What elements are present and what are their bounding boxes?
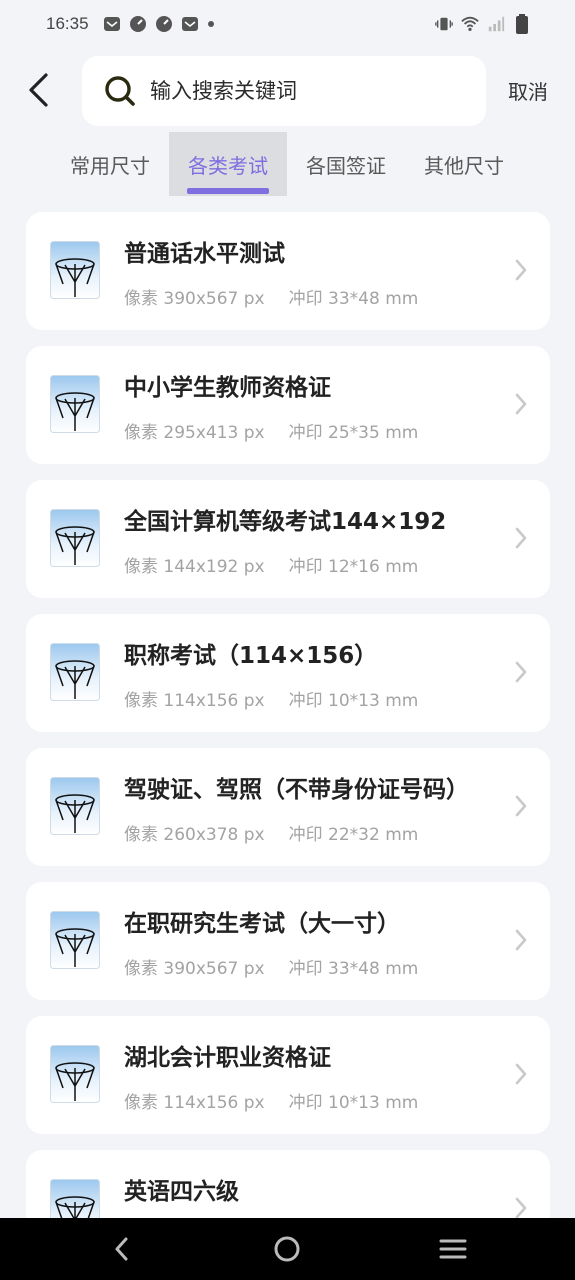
list-item[interactable]: 驾驶证、驾照（不带身份证号码） 像素 260x378 px 冲印 22*32 mm <box>26 748 550 866</box>
item-pixels: 像素 114x156 px <box>124 1093 265 1113</box>
tab-label: 各类考试 <box>188 153 268 178</box>
chevron-right-icon <box>515 393 527 415</box>
item-title: 中小学生教师资格证 <box>124 375 331 401</box>
item-pixels: 像素 260x378 px <box>124 825 265 845</box>
item-meta: 像素 114x156 px 冲印 10*13 mm <box>124 686 418 711</box>
item-pixels: 像素 144x192 px <box>124 557 265 577</box>
nav-back-button[interactable] <box>104 1234 138 1264</box>
item-pixels: 像素 390x567 px <box>124 289 265 309</box>
id-photo-thumbnail-icon <box>50 1045 100 1103</box>
item-meta: 像素 260x378 px 冲印 22*32 mm <box>124 820 418 845</box>
wifi-icon <box>461 15 479 33</box>
battery-icon <box>513 14 531 34</box>
status-bar: 16:35 <box>0 0 575 48</box>
tab-label: 其他尺寸 <box>424 153 504 178</box>
tab-label: 各国签证 <box>306 153 386 178</box>
nav-home-icon <box>274 1236 300 1262</box>
chevron-right-icon <box>515 1197 527 1219</box>
cancel-button[interactable]: 取消 <box>508 76 548 105</box>
list-item[interactable]: 普通话水平测试 像素 390x567 px 冲印 33*48 mm <box>26 212 550 330</box>
notification-icons <box>103 15 215 33</box>
item-pixels: 像素 295x413 px <box>124 423 265 443</box>
search-box[interactable] <box>82 56 486 126</box>
tab-active-indicator <box>187 188 269 194</box>
mail-icon <box>103 15 121 33</box>
category-tabs: 常用尺寸 各类考试 各国签证 其他尺寸 <box>0 132 575 198</box>
item-title: 全国计算机等级考试144×192 <box>124 509 447 535</box>
item-meta: 像素 114x156 px 冲印 10*13 mm <box>124 1088 418 1113</box>
mail-icon <box>181 15 199 33</box>
tab-visas[interactable]: 各国签证 <box>287 132 405 196</box>
item-print-size: 冲印 25*35 mm <box>288 423 419 443</box>
id-photo-thumbnail-icon <box>50 911 100 969</box>
item-title: 英语四六级 <box>124 1179 239 1205</box>
item-pixels: 像素 114x156 px <box>124 691 265 711</box>
chevron-right-icon <box>515 929 527 951</box>
item-title: 普通话水平测试 <box>124 241 285 267</box>
item-print-size: 冲印 12*16 mm <box>288 557 419 577</box>
item-meta: 像素 390x567 px 冲印 33*48 mm <box>124 954 418 979</box>
id-photo-thumbnail-icon <box>50 375 100 433</box>
tab-exams[interactable]: 各类考试 <box>169 132 287 196</box>
search-icon <box>104 75 136 107</box>
vibrate-icon <box>435 15 453 33</box>
item-title: 湖北会计职业资格证 <box>124 1045 331 1071</box>
id-photo-thumbnail-icon <box>50 509 100 567</box>
nav-back-icon <box>115 1237 128 1261</box>
chevron-right-icon <box>515 259 527 281</box>
nav-menu-icon <box>439 1239 467 1259</box>
list-item[interactable]: 在职研究生考试（大一寸） 像素 390x567 px 冲印 33*48 mm <box>26 882 550 1000</box>
item-print-size: 冲印 10*13 mm <box>288 1093 419 1113</box>
status-time: 16:35 <box>46 14 89 33</box>
item-title: 职称考试（114×156） <box>124 643 378 669</box>
chevron-right-icon <box>515 1063 527 1085</box>
signal-icon <box>487 15 505 33</box>
item-print-size: 冲印 33*48 mm <box>288 289 419 309</box>
system-nav-bar <box>0 1218 575 1280</box>
tab-label: 常用尺寸 <box>70 153 150 178</box>
back-arrow-icon <box>29 73 48 107</box>
list-item[interactable]: 职称考试（114×156） 像素 114x156 px 冲印 10*13 mm <box>26 614 550 732</box>
list-item[interactable]: 中小学生教师资格证 像素 295x413 px 冲印 25*35 mm <box>26 346 550 464</box>
item-meta: 像素 390x567 px 冲印 33*48 mm <box>124 284 418 309</box>
system-icons <box>435 14 531 34</box>
list-item[interactable]: 湖北会计职业资格证 像素 114x156 px 冲印 10*13 mm <box>26 1016 550 1134</box>
clock-icon <box>129 15 147 33</box>
chevron-right-icon <box>515 527 527 549</box>
item-meta: 像素 295x413 px 冲印 25*35 mm <box>124 418 418 443</box>
item-meta: 像素 144x192 px 冲印 12*16 mm <box>124 552 418 577</box>
id-photo-thumbnail-icon <box>50 241 100 299</box>
chevron-right-icon <box>515 661 527 683</box>
search-header: 取消 <box>0 52 575 128</box>
chevron-right-icon <box>515 795 527 817</box>
item-print-size: 冲印 10*13 mm <box>288 691 419 711</box>
item-print-size: 冲印 33*48 mm <box>288 959 419 979</box>
id-photo-thumbnail-icon <box>50 643 100 701</box>
dot-icon <box>207 15 215 33</box>
tab-common-sizes[interactable]: 常用尺寸 <box>51 132 169 196</box>
list-item[interactable]: 全国计算机等级考试144×192 像素 144x192 px 冲印 12*16 m… <box>26 480 550 598</box>
tab-other-sizes[interactable]: 其他尺寸 <box>405 132 523 196</box>
id-photo-thumbnail-icon <box>50 777 100 835</box>
nav-menu-button[interactable] <box>436 1234 470 1264</box>
item-pixels: 像素 390x567 px <box>124 959 265 979</box>
item-title: 在职研究生考试（大一寸） <box>124 911 400 937</box>
item-title: 驾驶证、驾照（不带身份证号码） <box>124 777 469 803</box>
search-input[interactable] <box>150 79 450 103</box>
item-print-size: 冲印 22*32 mm <box>288 825 419 845</box>
nav-home-button[interactable] <box>270 1234 304 1264</box>
back-button[interactable] <box>18 68 58 112</box>
clock-icon <box>155 15 173 33</box>
